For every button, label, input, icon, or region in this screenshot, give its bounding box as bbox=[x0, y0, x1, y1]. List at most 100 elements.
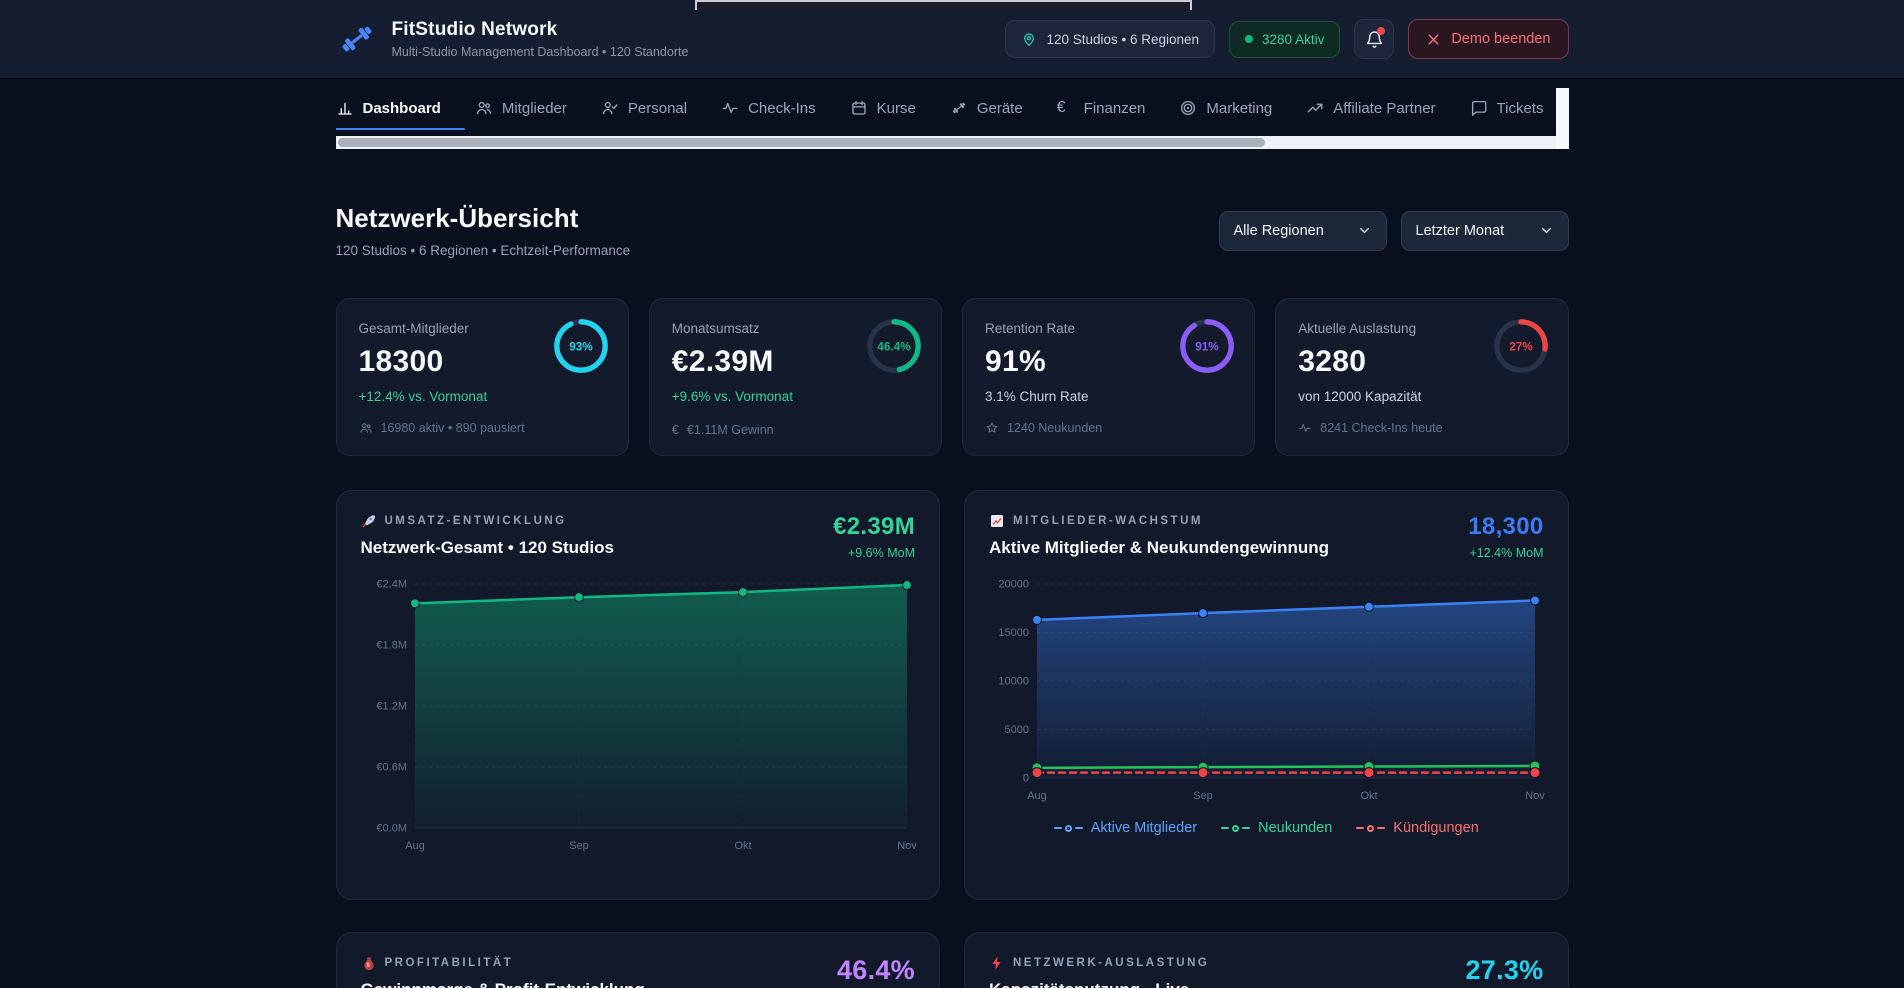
notification-dot bbox=[1377, 27, 1385, 35]
kpi-footer: 16980 aktiv • 890 pausiert bbox=[359, 421, 606, 435]
members-kicker-label: MITGLIEDER-WACHSTUM bbox=[1013, 515, 1203, 527]
message-icon bbox=[1470, 99, 1488, 117]
kpi-delta: +9.6% vs. Vormonat bbox=[672, 389, 919, 404]
tab-dashboard[interactable]: Dashboard bbox=[336, 89, 441, 127]
kpi-card-aktuelle-auslastung: Aktuelle Auslastung 3280 von 12000 Kapaz… bbox=[1275, 298, 1568, 456]
utilization-kicker: NETZWERK-AUSLASTUNG bbox=[989, 955, 1209, 971]
svg-text:€1.8M: €1.8M bbox=[376, 640, 407, 652]
svg-text:0: 0 bbox=[1023, 773, 1029, 785]
svg-text:93%: 93% bbox=[569, 340, 593, 353]
kpi-footer: 8241 Check-Ins heute bbox=[1298, 421, 1545, 435]
vertical-scrollbar[interactable] bbox=[1556, 88, 1569, 149]
progress-ring: 27% bbox=[1492, 317, 1550, 375]
kpi-footer: € €1.11M Gewinn bbox=[672, 421, 919, 439]
euro-icon: € bbox=[672, 421, 679, 439]
chevron-down-icon bbox=[1357, 223, 1372, 238]
app-subtitle: Multi-Studio Management Dashboard • 120 … bbox=[392, 45, 689, 59]
kpi-footer-label: 1240 Neukunden bbox=[1007, 421, 1102, 435]
svg-text:€0.6M: €0.6M bbox=[376, 762, 407, 774]
map-pin-icon bbox=[1021, 31, 1037, 47]
kpi-card-gesamt-mitglieder: Gesamt-Mitglieder 18300 +12.4% vs. Vormo… bbox=[336, 298, 629, 456]
utilization-value: 27.3% bbox=[1465, 955, 1543, 986]
page-title: Netzwerk-Übersicht bbox=[336, 203, 631, 234]
svg-text:46.4%: 46.4% bbox=[877, 340, 911, 353]
tab-ger-te[interactable]: Geräte bbox=[950, 89, 1023, 127]
app-header: FitStudio Network Multi-Studio Managemen… bbox=[0, 0, 1904, 78]
svg-text:10000: 10000 bbox=[998, 676, 1029, 688]
studios-badge-label: 120 Studios • 6 Regionen bbox=[1046, 32, 1199, 47]
tab-finanzen[interactable]: €Finanzen bbox=[1057, 89, 1146, 127]
tab-label: Kurse bbox=[877, 100, 916, 117]
svg-text:€2.4M: €2.4M bbox=[376, 579, 407, 591]
profitability-kicker-label: PROFITABILITÄT bbox=[385, 957, 514, 969]
svg-text:Nov: Nov bbox=[897, 840, 917, 852]
tab-marketing[interactable]: Marketing bbox=[1179, 89, 1272, 127]
svg-text:20000: 20000 bbox=[998, 579, 1029, 591]
target-icon bbox=[1179, 99, 1197, 117]
svg-text:Aug: Aug bbox=[405, 840, 425, 852]
active-members-badge: 3280 Aktiv bbox=[1229, 21, 1340, 58]
svg-text:15000: 15000 bbox=[998, 627, 1029, 639]
tab-label: Affiliate Partner bbox=[1333, 100, 1435, 117]
main-nav: Dashboard Mitglieder Personal Check-Ins Kurs… bbox=[336, 86, 1556, 130]
kpi-card-retention-rate: Retention Rate 91% 3.1% Churn Rate 1240 … bbox=[962, 298, 1255, 456]
svg-text:Sep: Sep bbox=[569, 840, 589, 852]
revenue-kicker: UMSATZ-ENTWICKLUNG bbox=[361, 513, 614, 529]
svg-text:5000: 5000 bbox=[1005, 724, 1029, 736]
profitability-title: Gewinnmarge & Profit-Entwicklung bbox=[361, 980, 645, 988]
tab-affiliate-partner[interactable]: Affiliate Partner bbox=[1306, 89, 1435, 127]
revenue-chart: €0.0M €0.6M €1.2M €1.8M €2.4M Aug Sep Okt Nov bbox=[361, 570, 916, 858]
tab-mitglieder[interactable]: Mitglieder bbox=[475, 89, 567, 127]
horizontal-scrollbar[interactable] bbox=[336, 136, 1556, 149]
tab-label: Tickets bbox=[1497, 100, 1544, 117]
utilization-title: Kapazitätsnutzung - Live bbox=[989, 980, 1209, 988]
svg-text:$: $ bbox=[366, 962, 371, 968]
activity-icon bbox=[1298, 421, 1312, 435]
members-chart-title: Aktive Mitglieder & Neukundengewinnung bbox=[989, 538, 1329, 558]
dumbbell-logo-icon bbox=[336, 18, 378, 60]
legend-item-aktive-mitglieder[interactable]: Aktive Mitglieder bbox=[1054, 820, 1197, 836]
chevron-down-icon bbox=[1539, 223, 1554, 238]
moneybag-icon: $ bbox=[361, 955, 377, 971]
svg-text:27%: 27% bbox=[1509, 340, 1533, 353]
legend-item-neukunden[interactable]: Neukunden bbox=[1221, 820, 1332, 836]
studios-regions-badge: 120 Studios • 6 Regionen bbox=[1005, 20, 1215, 58]
period-filter-select[interactable]: Letzter Monat bbox=[1401, 211, 1569, 251]
svg-text:91%: 91% bbox=[1195, 340, 1219, 353]
chart-up-icon bbox=[989, 513, 1005, 529]
tab-label: Finanzen bbox=[1084, 100, 1146, 117]
tab-label: Check-Ins bbox=[748, 100, 816, 117]
tab-personal[interactable]: Personal bbox=[601, 89, 687, 127]
kpi-footer-label: €1.11M Gewinn bbox=[687, 423, 774, 437]
svg-text:€0.0M: €0.0M bbox=[376, 823, 407, 835]
progress-ring: 91% bbox=[1178, 317, 1236, 375]
legend-item-k-ndigungen[interactable]: Kündigungen bbox=[1356, 820, 1478, 836]
members-chart-card: MITGLIEDER-WACHSTUM Aktive Mitglieder & … bbox=[964, 490, 1569, 900]
revenue-chart-card: UMSATZ-ENTWICKLUNG Netzwerk-Gesamt • 120… bbox=[336, 490, 941, 900]
horizontal-scrollbar-thumb[interactable] bbox=[338, 138, 1265, 147]
revenue-big-value: €2.39M bbox=[833, 513, 915, 541]
calendar-icon bbox=[850, 99, 868, 117]
page-title-block: Netzwerk-Übersicht 120 Studios • 6 Regio… bbox=[336, 203, 631, 258]
tab-label: Mitglieder bbox=[502, 100, 567, 117]
chart-legend: Aktive Mitglieder Neukunden Kündigungen bbox=[989, 820, 1544, 836]
members-chart: 05000100001500020000AugSepOktNov bbox=[989, 570, 1544, 808]
svg-text:Aug: Aug bbox=[1027, 790, 1047, 802]
end-demo-button[interactable]: Demo beenden bbox=[1408, 19, 1568, 59]
kpi-footer-label: 16980 aktiv • 890 pausiert bbox=[381, 421, 525, 435]
tab-check-ins[interactable]: Check-Ins bbox=[721, 89, 816, 127]
user-check-icon bbox=[601, 99, 619, 117]
app-title-block: FitStudio Network Multi-Studio Managemen… bbox=[392, 19, 689, 59]
tab-label: Personal bbox=[628, 100, 687, 117]
bar-chart-icon bbox=[336, 99, 354, 117]
profitability-value: 46.4% bbox=[837, 955, 915, 986]
notifications-button[interactable] bbox=[1354, 19, 1394, 59]
svg-text:Okt: Okt bbox=[734, 840, 751, 852]
tab-tickets[interactable]: Tickets bbox=[1470, 89, 1544, 127]
members-big-value: 18,300 bbox=[1468, 513, 1543, 541]
trending-up-icon bbox=[1306, 99, 1324, 117]
svg-text:€1.2M: €1.2M bbox=[376, 701, 407, 713]
region-filter-select[interactable]: Alle Regionen bbox=[1219, 211, 1387, 251]
tab-kurse[interactable]: Kurse bbox=[850, 89, 916, 127]
kpi-delta: +12.4% vs. Vormonat bbox=[359, 389, 606, 404]
